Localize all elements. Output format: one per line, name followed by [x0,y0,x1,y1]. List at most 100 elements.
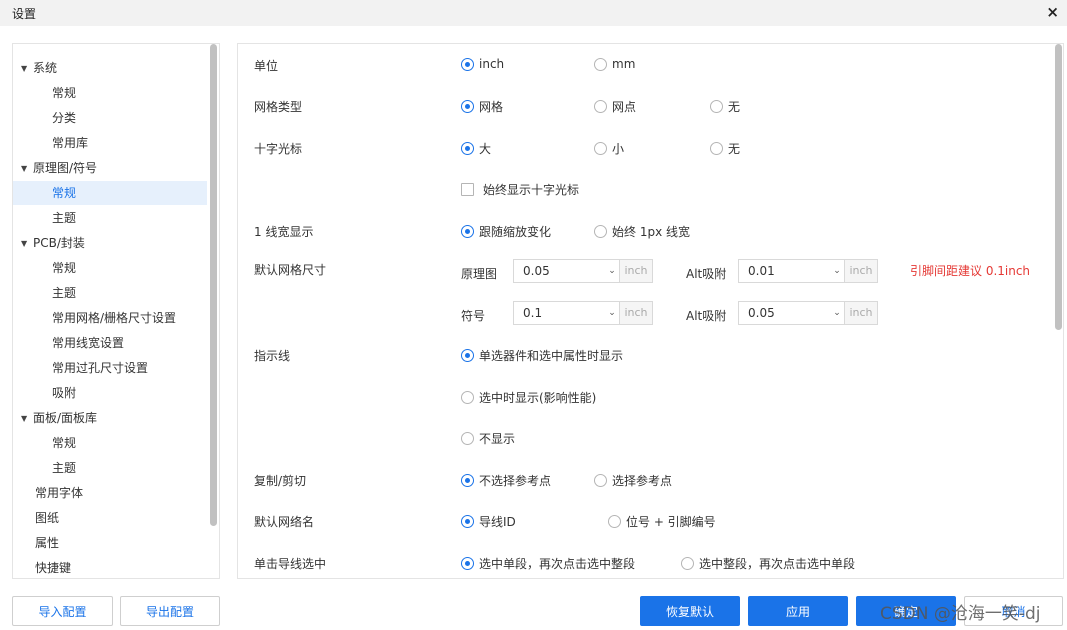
tree-item-pcb-grid-size[interactable]: 常用网格/栅格尺寸设置 [13,306,207,330]
tree-item-label: 系统 [33,61,58,75]
caret-down-icon: ▼ [21,64,28,73]
unit-inch-radio[interactable]: inch [461,57,504,71]
tree-item-drawing[interactable]: 图纸 [13,506,207,530]
radio-selected-icon [461,515,474,528]
line-width-1px-radio[interactable]: 始终 1px 线宽 [594,223,690,240]
indicator-single-select-radio[interactable]: 单选器件和选中属性时显示 [461,347,623,364]
option-label: 选中整段，再次点击选中单段 [699,557,856,571]
radio-icon [710,100,723,113]
tree-item-fonts[interactable]: 常用字体 [13,481,207,505]
schematic-grid-select[interactable]: 0.05 ⌄ [513,259,620,283]
grid-type-none-radio[interactable]: 无 [710,98,740,115]
tree-item-system-general[interactable]: 常规 [13,81,207,105]
close-icon[interactable]: × [1046,3,1059,21]
indicator-label: 指示线 [254,349,291,363]
option-label: 大 [479,142,492,156]
radio-selected-icon [461,100,474,113]
tree-scrollbar[interactable] [210,44,217,526]
caret-down-icon: ▼ [21,414,28,423]
crosshair-label: 十字光标 [254,142,303,156]
title-bar: 设置 × [0,0,1067,26]
indicator-hidden-radio[interactable]: 不显示 [461,430,515,447]
wire-click-whole-first-radio[interactable]: 选中整段，再次点击选中单段 [681,555,855,572]
unit-mm-radio[interactable]: mm [594,57,635,71]
chevron-down-icon: ⌄ [833,266,841,276]
radio-selected-icon [461,225,474,238]
option-label: 网格 [479,100,504,114]
net-name-designator-pin-radio[interactable]: 位号 + 引脚编号 [608,513,716,530]
chevron-down-icon: ⌄ [833,308,841,318]
always-show-crosshair-checkbox[interactable]: 始终显示十字光标 [461,181,579,198]
tree-item-pcb-snap[interactable]: 吸附 [13,381,207,405]
tree-item-system-category[interactable]: 分类 [13,106,207,130]
radio-icon [594,100,607,113]
panel-scrollbar[interactable] [1055,44,1062,330]
tree-item-label: 面板/面板库 [33,411,98,425]
tree-item-shortcuts[interactable]: 快捷键 [13,556,207,578]
option-label: 选中时显示(影响性能) [479,391,597,405]
schematic-alt-snap-select[interactable]: 0.01 ⌄ [738,259,845,283]
symbol-alt-snap-unit: inch [845,301,878,325]
watermark-text: CSDN @沧海一笑-dj [880,604,1041,624]
tree-item-pcb[interactable]: ▼ PCB/封装 [13,231,207,255]
tree-item-pcb-via-size[interactable]: 常用过孔尺寸设置 [13,356,207,380]
pin-spacing-hint: 引脚间距建议 0.1inch [910,264,1031,278]
copy-no-reference-radio[interactable]: 不选择参考点 [461,472,551,489]
chevron-down-icon: ⌄ [608,308,616,318]
option-label: 选中单段，再次点击选中整段 [479,557,636,571]
option-label: 无 [728,100,741,114]
indicator-on-select-radio[interactable]: 选中时显示(影响性能) [461,389,596,406]
crosshair-large-radio[interactable]: 大 [461,140,491,157]
option-label: mm [612,57,636,71]
tree-item-panel-general[interactable]: 常规 [13,431,207,455]
schematic-grid-label: 原理图 [461,267,498,281]
symbol-grid-select[interactable]: 0.1 ⌄ [513,301,620,325]
chevron-down-icon: ⌄ [608,266,616,276]
radio-selected-icon [461,557,474,570]
radio-selected-icon [461,474,474,487]
symbol-alt-snap-select[interactable]: 0.05 ⌄ [738,301,845,325]
crosshair-none-radio[interactable]: 无 [710,140,740,157]
tree-item-label: 原理图/符号 [33,161,98,175]
tree-item-properties[interactable]: 属性 [13,531,207,555]
copy-cut-label: 复制/剪切 [254,474,307,488]
grid-type-dot-radio[interactable]: 网点 [594,98,636,115]
net-name-wire-id-radio[interactable]: 导线ID [461,513,516,530]
tree-item-system[interactable]: ▼ 系统 [13,56,207,80]
radio-icon [681,557,694,570]
tree-item-pcb-theme[interactable]: 主题 [13,281,207,305]
option-label: 选择参考点 [612,474,673,488]
import-config-button[interactable]: 导入配置 [12,596,113,626]
radio-icon [710,142,723,155]
wire-click-label: 单击导线选中 [254,557,327,571]
radio-icon [594,57,607,71]
line-width-follow-zoom-radio[interactable]: 跟随缩放变化 [461,223,551,240]
select-value: 0.1 [523,306,543,320]
tree-item-schematic-general[interactable]: 常规 [13,181,207,205]
copy-reference-radio[interactable]: 选择参考点 [594,472,672,489]
symbol-alt-snap-label: Alt吸附 [686,309,727,323]
export-config-button[interactable]: 导出配置 [120,596,220,626]
schematic-grid-unit: inch [620,259,653,283]
unit-label: 单位 [254,59,279,73]
apply-button[interactable]: 应用 [748,596,848,626]
wire-click-single-first-radio[interactable]: 选中单段，再次点击选中整段 [461,555,635,572]
tree-item-schematic[interactable]: ▼ 原理图/符号 [13,156,207,180]
radio-icon [461,432,474,445]
tree-item-panel-theme[interactable]: 主题 [13,456,207,480]
crosshair-small-radio[interactable]: 小 [594,140,624,157]
symbol-grid-label: 符号 [461,309,486,323]
tree-item-pcb-general[interactable]: 常规 [13,256,207,280]
grid-type-grid-radio[interactable]: 网格 [461,98,503,115]
option-label: 不显示 [479,432,516,446]
tree-item-schematic-theme[interactable]: 主题 [13,206,207,230]
tree-item-pcb-line-width[interactable]: 常用线宽设置 [13,331,207,355]
option-label: 导线ID [479,515,516,529]
tree-item-panel[interactable]: ▼ 面板/面板库 [13,406,207,430]
schematic-alt-snap-label: Alt吸附 [686,267,727,281]
caret-down-icon: ▼ [21,164,28,173]
default-grid-label: 默认网格尺寸 [254,263,327,277]
restore-default-button[interactable]: 恢复默认 [640,596,740,626]
tree-item-system-library[interactable]: 常用库 [13,131,207,155]
option-label: 单选器件和选中属性时显示 [479,349,624,363]
